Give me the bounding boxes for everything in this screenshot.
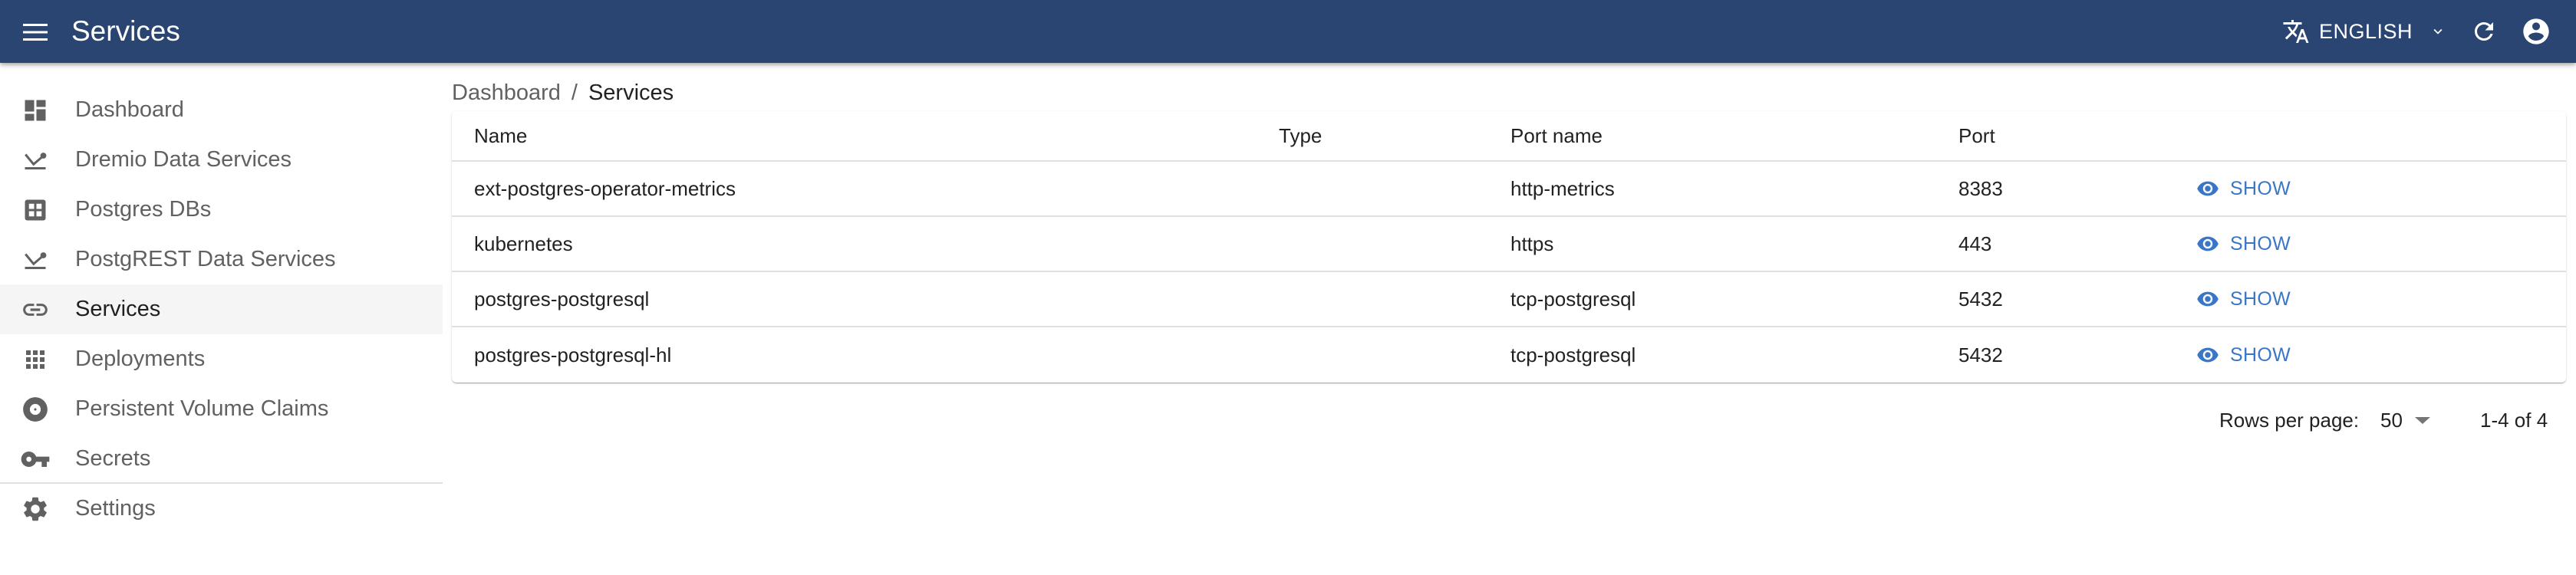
show-button-label: SHOW [2230,232,2291,255]
key-icon [20,444,51,475]
caret-down-icon [2414,416,2430,425]
cell-port: 5432 [1958,287,2003,310]
refresh-button[interactable] [2467,15,2501,48]
apps-grid-icon [20,344,51,375]
table-row[interactable]: ext-postgres-operator-metrics http-metri… [452,162,2566,217]
eye-icon [2196,288,2219,310]
sidebar-item-label: Deployments [75,347,206,371]
sidebar-item-dremio-data-services[interactable]: Dremio Data Services [0,135,443,185]
menu-button[interactable] [20,17,51,48]
sidebar-item-deployments[interactable]: Deployments [0,334,443,384]
app-bar: Services ENGLISH [0,0,2576,63]
chevron-down-icon [2433,28,2443,34]
sidebar-item-dashboard[interactable]: Dashboard [0,85,443,135]
gear-icon [20,494,51,524]
column-header-port-name[interactable]: Port name [1510,111,1603,160]
services-table: Name Type Port name Port ext-postgres-op… [452,111,2566,383]
language-selector[interactable]: ENGLISH [2282,15,2446,48]
table-header-row: Name Type Port name Port [452,111,2566,162]
eye-icon [2196,232,2219,255]
cell-name: postgres-postgresql [474,287,650,310]
show-button[interactable]: SHOW [2196,288,2291,310]
table-row[interactable]: postgres-postgresql-hl tcp-postgresql 54… [452,327,2566,383]
cell-name: postgres-postgresql-hl [474,343,672,366]
show-button-label: SHOW [2230,343,2291,366]
app-title: Services [71,15,180,47]
language-label: ENGLISH [2319,19,2413,43]
show-button-label: SHOW [2230,288,2291,310]
grid-box-icon [20,195,51,225]
show-button[interactable]: SHOW [2196,343,2291,366]
link-icon [20,294,51,325]
cell-port: 5432 [1958,343,2003,366]
breadcrumb-separator: / [571,80,578,105]
cell-port-name: tcp-postgresql [1510,287,1636,310]
eye-icon [2196,177,2219,200]
sidebar-item-label: Postgres DBs [75,197,212,222]
cell-port-name: http-metrics [1510,176,1615,200]
rows-per-page-value: 50 [2380,408,2403,432]
breadcrumb: Dashboard / Services [452,79,674,107]
show-button-label: SHOW [2230,177,2291,199]
breadcrumb-current: Services [588,80,674,105]
cell-port-name: tcp-postgresql [1510,343,1636,366]
translate-icon [2283,20,2309,43]
data-service-icon [20,245,51,275]
show-button[interactable]: SHOW [2196,177,2291,200]
column-header-port[interactable]: Port [1958,111,1995,160]
data-service-icon [20,145,51,176]
eye-icon [2196,343,2219,366]
breadcrumb-dashboard-link[interactable]: Dashboard [452,79,561,107]
sidebar-item-postgres-dbs[interactable]: Postgres DBs [0,185,443,235]
menu-icon [23,24,48,41]
sidebar-item-label: Services [75,297,161,321]
sidebar-item-label: Secrets [75,446,151,471]
sidebar-item-label: Persistent Volume Claims [75,396,329,421]
cell-port: 8383 [1958,176,2003,200]
sidebar-item-label: Settings [75,496,156,521]
sidebar-item-postgrest-data-services[interactable]: PostgREST Data Services [0,235,443,284]
pagination-range: 1-4 of 4 [2480,408,2548,432]
sidebar-item-label: Dremio Data Services [75,147,292,172]
cell-port: 443 [1958,232,1992,255]
sidebar-item-services[interactable]: Services [0,284,443,334]
sidebar-item-label: PostgREST Data Services [75,247,336,271]
account-circle-icon [2523,18,2549,44]
disc-icon [20,394,51,425]
sidebar-item-secrets[interactable]: Secrets [0,434,443,484]
rows-per-page-label: Rows per page: [2219,408,2360,432]
sidebar-item-label: Dashboard [75,97,184,122]
column-header-type[interactable]: Type [1279,111,1322,160]
dashboard-icon [20,95,51,126]
show-button[interactable]: SHOW [2196,232,2291,255]
sidebar-item-persistent-volume-claims[interactable]: Persistent Volume Claims [0,384,443,434]
column-header-name[interactable]: Name [474,111,527,160]
refresh-icon [2475,21,2493,41]
table-row[interactable]: postgres-postgresql tcp-postgresql 5432 … [452,272,2566,327]
sidebar-item-settings[interactable]: Settings [0,484,443,534]
cell-name: ext-postgres-operator-metrics [474,176,736,200]
cell-name: kubernetes [474,232,573,255]
account-button[interactable] [2519,15,2553,48]
rows-per-page-select[interactable]: 50 [2380,409,2430,432]
cell-port-name: https [1510,232,1554,255]
table-row[interactable]: kubernetes https 443 SHOW [452,217,2566,272]
